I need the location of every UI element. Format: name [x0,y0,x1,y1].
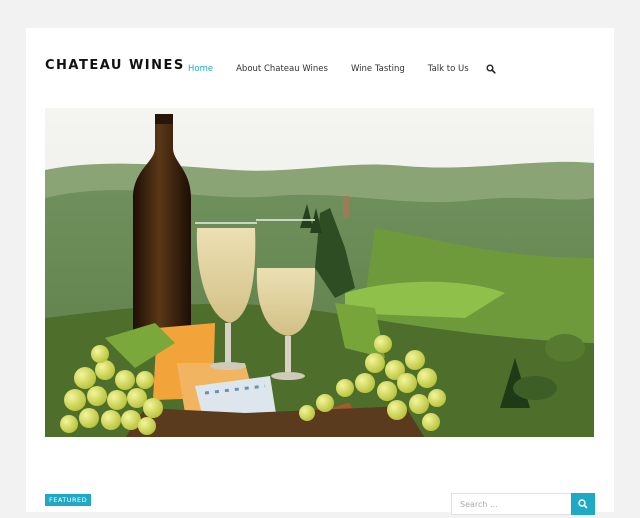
site-title[interactable]: CHATEAU WINES [45,58,185,73]
nav-item-talk-to-us[interactable]: Talk to Us [428,64,469,74]
nav-item-about[interactable]: About Chateau Wines [236,64,328,74]
featured-badge[interactable]: FEATURED [45,494,92,506]
search-icon[interactable] [486,64,496,74]
page-container: CHATEAU WINES Home About Chateau Wines W… [26,28,614,515]
nav-item-wine-tasting[interactable]: Wine Tasting [351,64,405,74]
nav-item-home[interactable]: Home [188,64,213,74]
hero-image[interactable] [45,108,594,437]
primary-nav: Home About Chateau Wines Wine Tasting Ta… [188,64,496,74]
